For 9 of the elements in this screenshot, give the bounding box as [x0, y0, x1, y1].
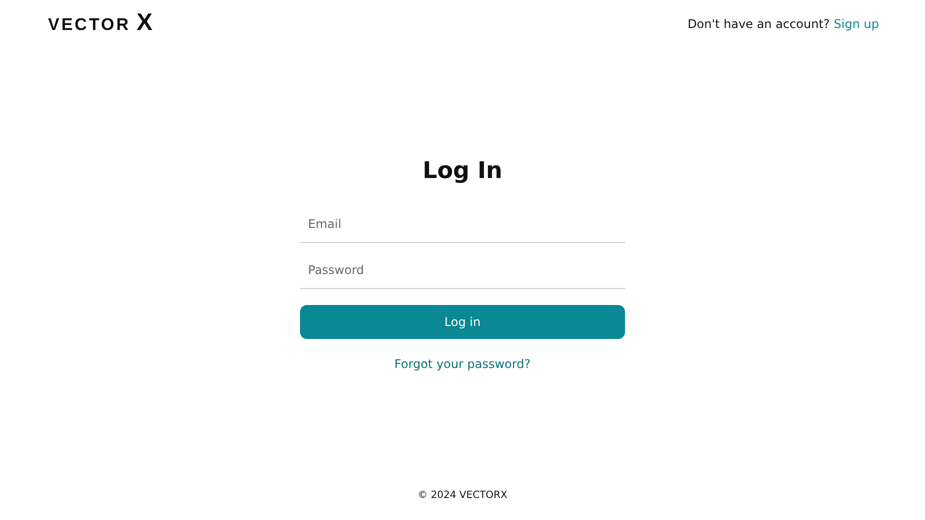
input-field[interactable]: Password — [300, 252, 625, 288]
page-title: Log In — [422, 157, 502, 186]
input-field[interactable]: Email — [300, 206, 625, 242]
forgot-password-link[interactable]: Forgot your password? — [394, 354, 531, 372]
signup-prompt: Don't have an account? — [688, 16, 830, 33]
signup-link[interactable]: Sign up — [834, 15, 879, 33]
copyright: © 2024 VECTORX — [418, 489, 508, 503]
logo: VECTOR X — [48, 10, 153, 38]
login-button[interactable]: Log in — [300, 304, 625, 338]
